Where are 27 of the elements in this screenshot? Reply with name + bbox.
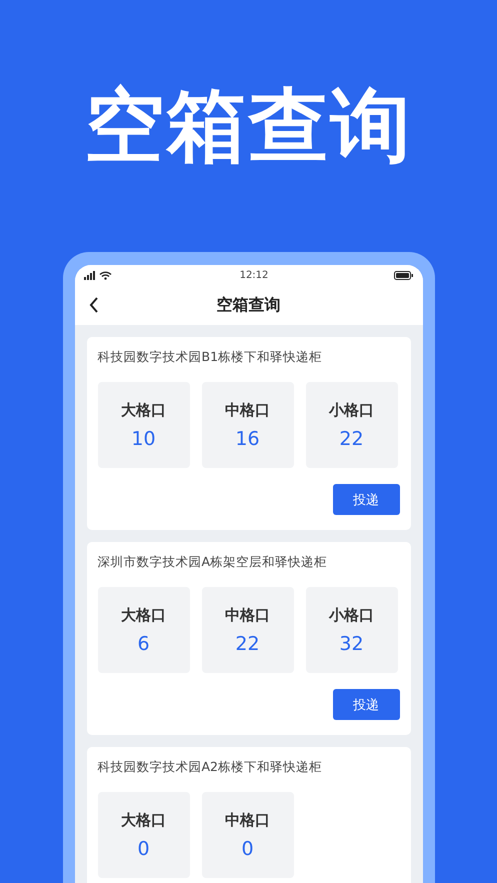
slot-count: 0 <box>241 838 254 860</box>
slot-count: 22 <box>235 632 260 654</box>
locker-name: 科技园数字技术园B1栋楼下和驿快递柜 <box>98 349 324 366</box>
slot-label: 大格口 <box>121 810 166 830</box>
deliver-button[interactable]: 投递 <box>332 689 400 720</box>
slot-count: 16 <box>235 428 260 450</box>
slot-label: 小格口 <box>329 606 374 624</box>
headline: 空箱查询 <box>84 82 412 170</box>
locker-name: 深圳市数字技术园A栋架空层和驿快递柜 <box>98 554 328 571</box>
back-icon[interactable] <box>88 297 98 313</box>
status-icons-drawing <box>84 270 114 280</box>
slot-label: 大格口 <box>121 400 166 420</box>
slot-label: 中格口 <box>225 400 270 420</box>
slot-count: 0 <box>137 838 150 860</box>
locker-name: 科技园数字技术园A2栋楼下和驿快递柜 <box>98 759 324 776</box>
status-time: 12:12 <box>240 270 268 280</box>
slot-label: 小格口 <box>329 400 374 420</box>
slot-count: 10 <box>131 428 156 450</box>
nav-title: 空箱查询 <box>216 294 280 316</box>
deliver-button[interactable]: 投递 <box>332 484 400 515</box>
battery-icon <box>394 270 414 280</box>
slot-count: 6 <box>137 632 150 654</box>
slot-label: 中格口 <box>225 810 270 830</box>
slot-count: 22 <box>339 428 364 450</box>
slot-label: 大格口 <box>121 606 166 624</box>
slot-label: 中格口 <box>225 606 270 624</box>
slot-count: 32 <box>339 632 364 654</box>
